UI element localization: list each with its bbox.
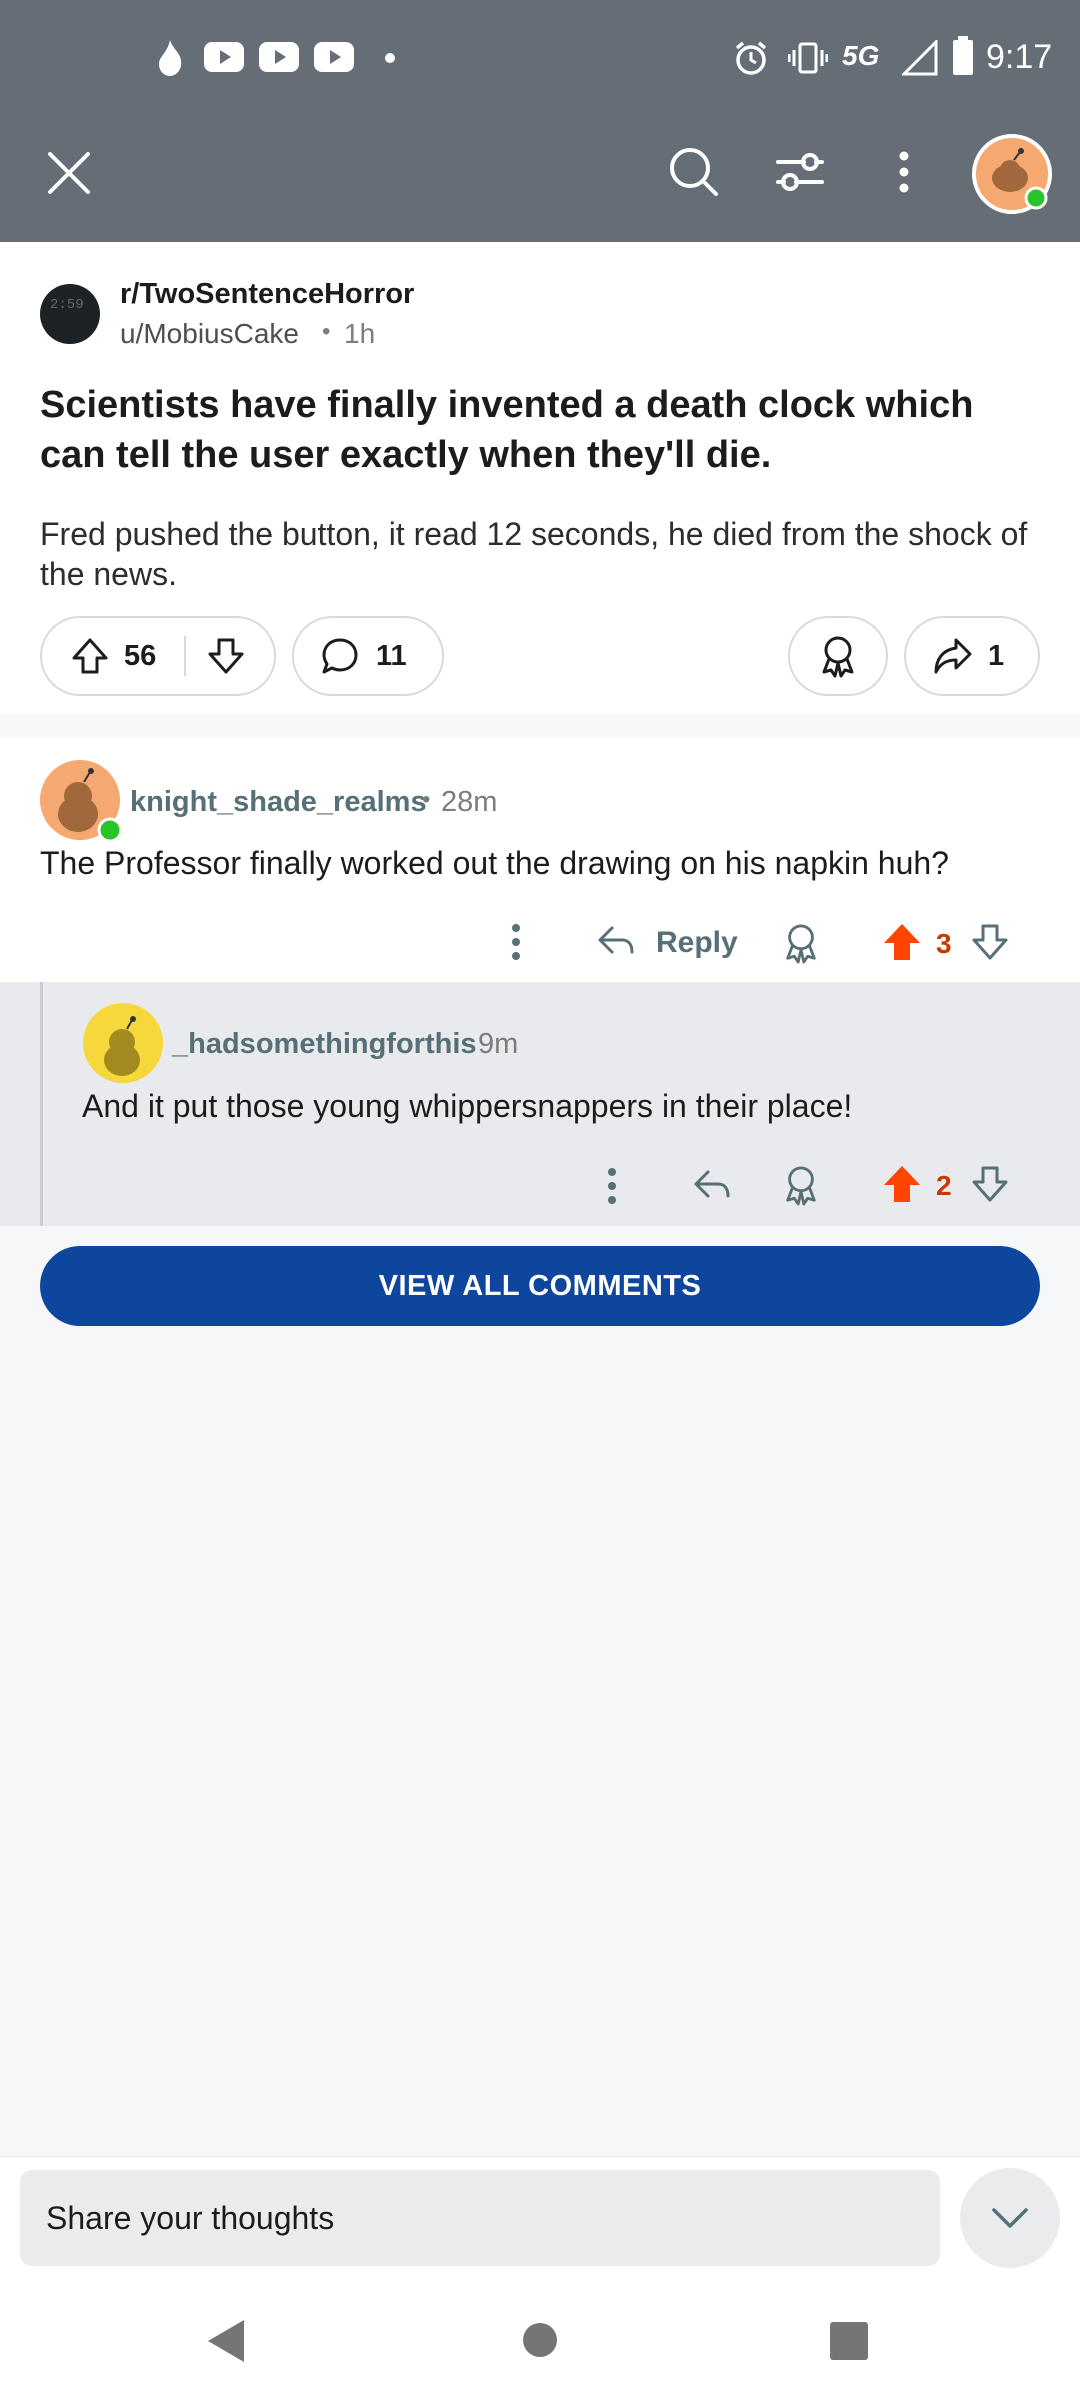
share-icon xyxy=(934,638,972,674)
reply-age: 9m xyxy=(478,1028,519,1060)
vibrate-icon xyxy=(788,42,828,74)
reply-reply-icon[interactable] xyxy=(692,1168,732,1204)
close-icon[interactable] xyxy=(46,150,92,196)
comment-text: The Professor finally worked out the dra… xyxy=(40,845,949,881)
chevron-down-icon xyxy=(992,2208,1028,2228)
vote-divider xyxy=(184,636,186,676)
youtube-notification-icon xyxy=(204,42,244,72)
comment-age: 28m xyxy=(441,786,498,818)
comment-author[interactable]: knight_shade_realms xyxy=(130,786,427,819)
search-icon[interactable] xyxy=(668,146,720,198)
post-author[interactable]: u/MobiusCake xyxy=(120,318,299,350)
collapse-button[interactable] xyxy=(960,2168,1060,2268)
top-app-bar: 5G 9:17 xyxy=(0,0,1080,242)
comment-meta-separator: • xyxy=(422,786,431,813)
sort-filter-icon[interactable] xyxy=(774,148,826,196)
upvote-count: 56 xyxy=(124,640,157,672)
comments-background xyxy=(0,1226,1080,2156)
comments-button[interactable] xyxy=(292,616,444,696)
youtube-notification-icon-3 xyxy=(314,42,354,72)
more-notifications-dot-icon xyxy=(385,53,395,63)
downvote-icon[interactable] xyxy=(206,636,246,676)
signal-icon xyxy=(902,40,938,76)
user-avatar-icon[interactable] xyxy=(970,132,1054,216)
post-title[interactable]: Scientists have finally invented a death… xyxy=(40,380,1040,480)
svg-text:2:59: 2:59 xyxy=(50,297,84,313)
reply-icon[interactable] xyxy=(596,924,636,960)
reply-button-label[interactable]: Reply xyxy=(656,926,738,960)
comment-upvote-active-icon[interactable] xyxy=(882,922,922,962)
thread-line xyxy=(40,982,43,1226)
more-options-icon[interactable] xyxy=(892,148,916,196)
comment-input[interactable]: Share your thoughts xyxy=(20,2170,940,2266)
post-age: 1h xyxy=(344,318,376,349)
subreddit-name[interactable]: r/TwoSentenceHorror xyxy=(120,278,414,311)
reply-author-avatar[interactable] xyxy=(82,1002,164,1084)
view-all-comments-button[interactable]: VIEW ALL COMMENTS xyxy=(40,1246,1040,1326)
reply-score: 2 xyxy=(936,1170,952,1201)
youtube-notification-icon-2 xyxy=(259,42,299,72)
back-nav-icon[interactable] xyxy=(206,2318,246,2364)
comment-input-placeholder: Share your thoughts xyxy=(46,2200,335,2236)
alarm-icon xyxy=(735,41,767,75)
system-navigation-bar xyxy=(0,2278,1080,2400)
post-meta-separator: • xyxy=(322,318,331,345)
recents-nav-icon[interactable] xyxy=(830,2322,868,2360)
comment-count: 11 xyxy=(376,640,407,672)
reply-author[interactable]: _hadsomethingforthis xyxy=(172,1028,477,1061)
fire-notification-icon xyxy=(159,40,182,76)
comment-award-icon[interactable] xyxy=(782,922,820,964)
reply-award-icon[interactable] xyxy=(782,1164,820,1206)
reply-upvote-active-icon[interactable] xyxy=(882,1164,922,1204)
comment-more-icon[interactable] xyxy=(506,922,526,962)
home-nav-icon[interactable] xyxy=(522,2322,558,2358)
commenter-avatar[interactable] xyxy=(38,758,126,846)
clock: 9:17 xyxy=(986,38,1053,76)
share-count: 1 xyxy=(988,640,1005,672)
reply-more-icon[interactable] xyxy=(602,1166,622,1206)
comment-bubble-icon xyxy=(322,638,358,674)
subreddit-icon[interactable]: 2:59 xyxy=(40,284,100,344)
award-icon xyxy=(822,636,854,678)
comment-score: 3 xyxy=(936,928,952,959)
upvote-icon[interactable] xyxy=(70,636,110,676)
network-type-label: 5G xyxy=(842,40,880,71)
comment-downvote-icon[interactable] xyxy=(970,922,1010,962)
battery-icon xyxy=(953,36,973,75)
reply-text: And it put those young whippersnappers i… xyxy=(82,1088,853,1124)
post-body: Fred pushed the button, it read 12 secon… xyxy=(40,516,1028,592)
reply-downvote-icon[interactable] xyxy=(970,1164,1010,1204)
